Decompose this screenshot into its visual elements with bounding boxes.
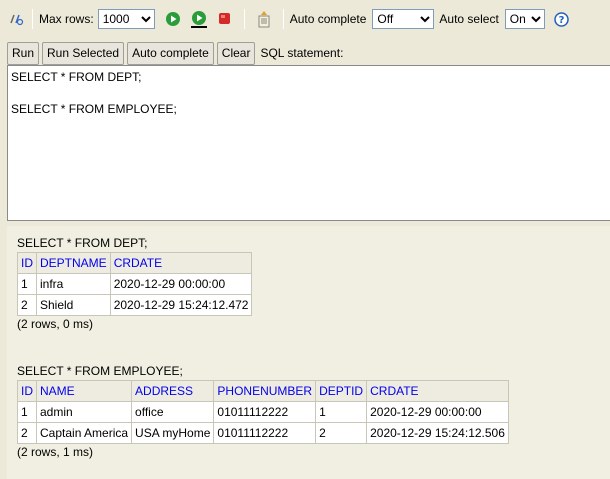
auto-select-select[interactable]: On [504, 9, 545, 29]
auto-complete-select[interactable]: Off [372, 9, 435, 29]
column-header-id[interactable]: ID [17, 380, 37, 402]
table-cell: 01011112222 [213, 422, 317, 444]
dept-statement: SELECT * FROM DEPT; [17, 236, 148, 250]
table-cell: admin [35, 401, 133, 423]
toolbar-separator [282, 9, 284, 29]
toolbar: Max rows: 1000 Auto complete Off Auto se… [0, 0, 610, 38]
table-cell: 2020-12-29 15:24:12.506 [366, 422, 509, 444]
table-cell: office [131, 401, 215, 423]
clear-button[interactable]: Clear [216, 41, 256, 65]
max-rows-select[interactable]: 1000 [97, 9, 155, 29]
table-cell: 2020-12-29 15:24:12.472 [109, 294, 253, 316]
table-row: 2 Shield 2020-12-29 15:24:12.472 [17, 294, 253, 316]
run-selected-button[interactable]: Run Selected [42, 41, 125, 65]
sql-editor[interactable]: SELECT * FROM DEPT; SELECT * FROM EMPLOY… [7, 65, 610, 221]
toolbar-separator [243, 9, 245, 29]
stop-icon[interactable] [215, 9, 235, 29]
table-cell: USA myHome [131, 422, 215, 444]
table-cell: 1 [17, 401, 37, 423]
column-header-deptid[interactable]: DEPTID [315, 380, 368, 402]
dept-result-table: ID DEPTNAME CRDATE 1 infra 2020-12-29 00:00:… [17, 252, 253, 316]
table-cell: 2 [17, 294, 37, 316]
results-panel: SELECT * FROM DEPT; ID DEPTNAME CRDATE 1 in… [7, 226, 610, 479]
column-header-crdate[interactable]: CRDATE [109, 252, 253, 274]
table-row: 1 admin office 01011112222 1 2020-12-29 00:00… [17, 401, 509, 423]
column-header-address[interactable]: ADDRESS [131, 380, 215, 402]
table-cell: Captain America [35, 422, 133, 444]
run-button[interactable]: Run [7, 41, 40, 65]
table-cell: 2 [315, 422, 368, 444]
auto-complete-label: Auto complete [289, 12, 367, 26]
toolbar-separator [32, 9, 33, 29]
max-rows-label: Max rows: [39, 12, 94, 26]
table-cell: 1 [17, 273, 37, 295]
dept-row-info: (2 rows, 0 ms) [17, 317, 94, 331]
table-row: 2 Captain America USA myHome 01011112222 2 20… [17, 422, 509, 444]
table-cell: Shield [36, 294, 111, 316]
run-selected-icon[interactable] [189, 9, 209, 29]
column-header-crdate[interactable]: CRDATE [366, 380, 509, 402]
column-header-id[interactable]: ID [17, 252, 37, 274]
auto-select-label: Auto select [439, 12, 499, 26]
table-cell: 01011112222 [213, 401, 317, 423]
table-cell: infra [36, 273, 111, 295]
refresh-icon[interactable] [6, 9, 26, 29]
auto-complete-button[interactable]: Auto complete [127, 41, 214, 65]
column-header-name[interactable]: NAME [35, 380, 133, 402]
column-header-deptname[interactable]: DEPTNAME [36, 252, 111, 274]
button-row: Run Run Selected Auto complete Clear SQL… [7, 41, 343, 65]
run-icon[interactable] [163, 9, 183, 29]
employee-statement: SELECT * FROM EMPLOYEE; [17, 364, 183, 378]
table-row: 1 infra 2020-12-29 00:00:00 [17, 273, 253, 295]
history-icon[interactable] [254, 9, 274, 29]
table-cell: 1 [315, 401, 368, 423]
column-header-phonenumber[interactable]: PHONENUMBER [213, 380, 317, 402]
table-cell: 2020-12-29 00:00:00 [109, 273, 253, 295]
help-icon[interactable]: ? [552, 9, 572, 29]
employee-result-table: ID NAME ADDRESS PHONENUMBER DEPTID CRDATE 1 ad… [17, 380, 509, 444]
employee-row-info: (2 rows, 1 ms) [17, 445, 94, 459]
sql-statement-label: SQL statement: [260, 46, 344, 60]
svg-text:?: ? [559, 15, 565, 26]
table-cell: 2020-12-29 00:00:00 [366, 401, 509, 423]
table-cell: 2 [17, 422, 37, 444]
